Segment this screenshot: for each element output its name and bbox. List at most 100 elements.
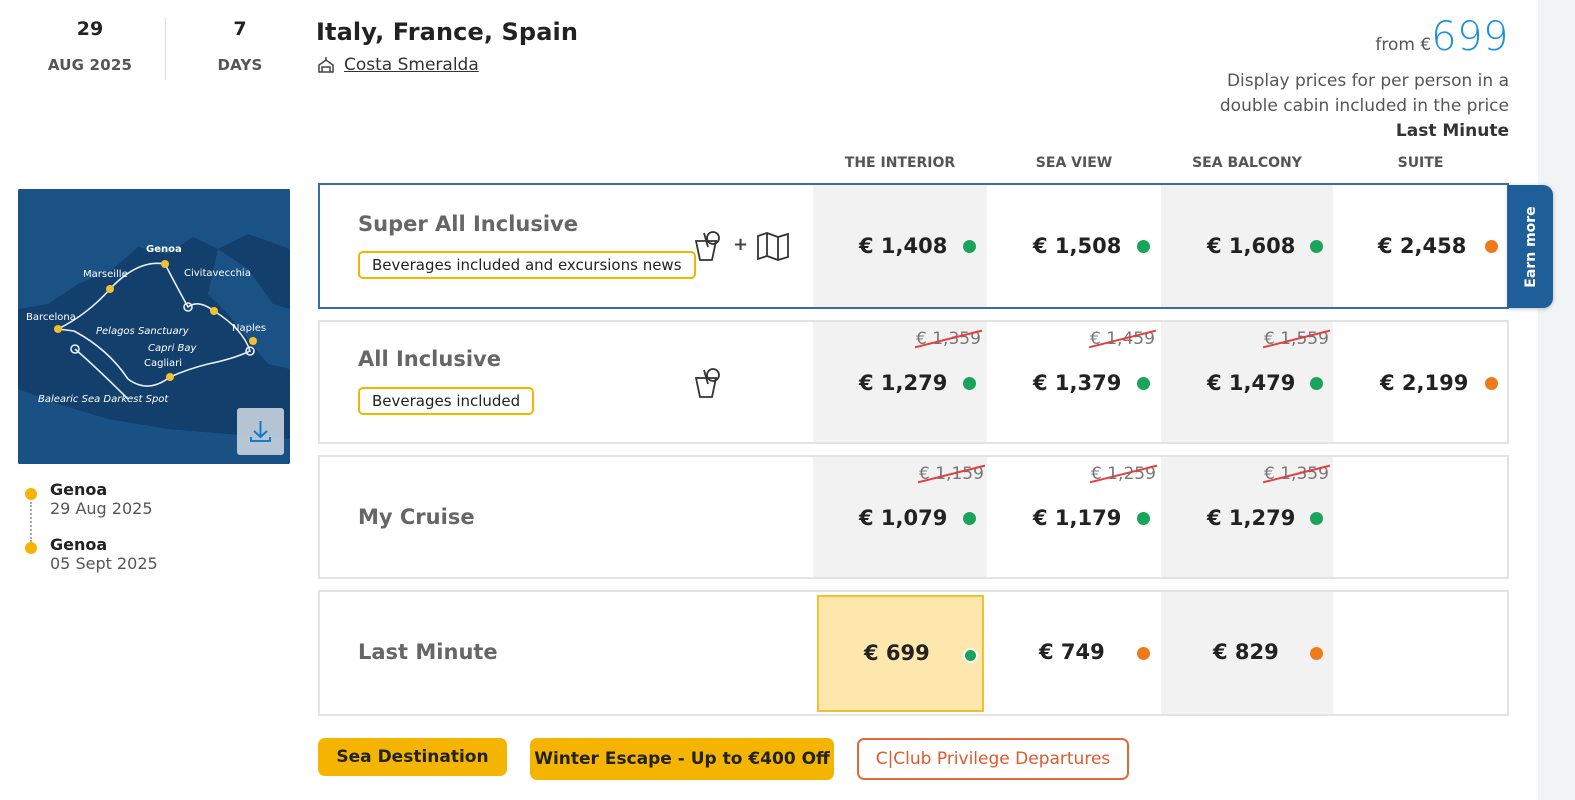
divider (165, 18, 166, 80)
col-head-suite: SUITE (1397, 155, 1444, 171)
price-value: € 2,199 (1380, 371, 1469, 395)
fare-name: Super All Inclusive (358, 212, 578, 236)
old-price: € 1,259 (1089, 464, 1158, 484)
price-value: € 1,608 (1207, 234, 1296, 258)
availability-dot (1137, 377, 1150, 390)
price-value: € 699 (864, 641, 930, 665)
fare-row-all-inclusive[interactable]: All Inclusive Beverages included € 1,359… (318, 320, 1509, 444)
price-cell-interior[interactable]: € 1,408 (813, 185, 987, 307)
fare-row-super-all-inclusive[interactable]: Super All Inclusive Beverages included a… (318, 183, 1509, 309)
price-value: € 749 (1039, 640, 1105, 664)
map-label-marseille: Marseille (83, 269, 128, 280)
itinerary-start-date: 29 Aug 2025 (50, 499, 153, 518)
price-cell-sea-view[interactable]: € 749 (987, 592, 1161, 714)
fare-name: My Cruise (358, 505, 475, 529)
price-note-line2: double cabin included in the price (1219, 96, 1509, 116)
duration: 7 DAYS (190, 18, 290, 74)
map-label-capri: Capri Bay (148, 343, 197, 354)
from-price-value: 699 (1431, 14, 1509, 60)
fare-row-last-minute[interactable]: Last Minute € 699 € 749 € 829 (318, 590, 1509, 716)
map-label-naples: Naples (232, 323, 267, 334)
old-price: € 1,359 (914, 329, 983, 349)
earn-more-tab[interactable]: Earn more (1508, 185, 1553, 308)
itinerary-start-port: Genoa (50, 480, 108, 499)
col-head-sea-balcony: SEA BALCONY (1192, 155, 1302, 171)
old-price: € 1,559 (1262, 329, 1331, 349)
fare-name: Last Minute (358, 640, 498, 664)
price-cell-sea-balcony[interactable]: € 1,359 € 1,279 (1161, 457, 1333, 577)
price-cell-sea-view[interactable]: € 1,459 € 1,379 (987, 322, 1161, 442)
duration-unit: DAYS (217, 56, 263, 74)
price-note-line1: Display prices for per person in a (1226, 71, 1509, 91)
price-cell-sea-balcony[interactable]: € 1,559 € 1,479 (1161, 322, 1333, 442)
price-cell-suite[interactable]: € 2,458 (1333, 185, 1507, 307)
map-label-pelagos: Pelagos Sanctuary (96, 326, 189, 337)
beverages-icon (694, 231, 720, 261)
duration-count: 7 (233, 18, 247, 40)
price-value: € 1,408 (859, 234, 948, 258)
price-value: € 1,279 (859, 371, 948, 395)
price-cell-interior[interactable]: € 1,359 € 1,279 (813, 322, 987, 442)
map-label-balearic: Balearic Sea Darkest Spot (38, 394, 169, 405)
route-map[interactable]: Genoa Marseille Civitavecchia Barcelona … (18, 189, 290, 464)
fare-badge: Beverages included (358, 387, 535, 415)
old-price: € 1,359 (1262, 464, 1331, 484)
price-cell-sea-view[interactable]: € 1,259 € 1,179 (987, 457, 1161, 577)
ship-icon (318, 57, 334, 73)
availability-dot (1137, 240, 1150, 253)
itinerary-connector (30, 502, 32, 542)
old-price: € 1,159 (917, 464, 986, 484)
availability-dot (963, 512, 976, 525)
beverages-icon (694, 368, 720, 398)
price-cell-interior-selected[interactable]: € 699 (817, 595, 984, 712)
old-price: € 1,459 (1088, 329, 1157, 349)
availability-dot (1485, 377, 1498, 390)
price-note: Display prices for per person in a doubl… (1220, 69, 1509, 144)
cruise-title: Italy, France, Spain (316, 18, 579, 46)
tag-sea-destination[interactable]: Sea Destination (318, 738, 507, 776)
price-cell-sea-balcony[interactable]: € 829 (1161, 592, 1333, 714)
map-label-civitavecchia: Civitavecchia (184, 268, 251, 279)
price-value: € 1,279 (1207, 506, 1296, 530)
price-value: € 829 (1213, 640, 1279, 664)
ship-name-link[interactable]: Costa Smeralda (344, 55, 479, 75)
tag-cclub-privilege[interactable]: C|Club Privilege Departures (857, 738, 1129, 780)
earn-more-label: Earn more (1522, 205, 1539, 288)
col-head-interior: THE INTERIOR (844, 155, 956, 171)
availability-dot (1485, 240, 1498, 253)
itinerary-end-dot (25, 542, 37, 554)
itinerary-start: Genoa 29 Aug 2025 (50, 480, 153, 518)
ship-link-wrap[interactable]: Costa Smeralda (316, 55, 479, 75)
fare-badge: Beverages included and excursions news (358, 251, 696, 279)
itinerary-end-date: 05 Sept 2025 (50, 554, 158, 573)
price-note-type: Last Minute (1395, 121, 1509, 141)
price-value: € 1,479 (1207, 371, 1296, 395)
price-cell-sea-balcony[interactable]: € 1,608 (1161, 185, 1333, 307)
availability-dot (1137, 512, 1150, 525)
price-value: € 1,379 (1033, 371, 1122, 395)
map-label-cagliari: Cagliari (144, 358, 183, 369)
from-price: from €699 (1375, 14, 1509, 60)
availability-dot (1310, 647, 1323, 660)
page-right-edge (1538, 0, 1575, 800)
col-head-sea-view: SEA VIEW (1035, 155, 1113, 171)
map-label-barcelona: Barcelona (26, 312, 76, 323)
price-value: € 1,179 (1033, 506, 1122, 530)
tag-winter-escape[interactable]: Winter Escape - Up to €400 Off (530, 738, 834, 780)
map-download-button[interactable] (237, 408, 284, 455)
itinerary-end: Genoa 05 Sept 2025 (50, 535, 158, 573)
price-cell-sea-view[interactable]: € 1,508 (987, 185, 1161, 307)
departure-month-year: AUG 2025 (47, 56, 133, 74)
map-label-genoa: Genoa (146, 244, 182, 255)
itinerary-start-dot (25, 488, 37, 500)
availability-dot (963, 240, 976, 253)
availability-dot (1137, 647, 1150, 660)
price-value: € 1,508 (1033, 234, 1122, 258)
availability-dot (1310, 377, 1323, 390)
availability-dot (1310, 512, 1323, 525)
from-price-prefix: from € (1375, 35, 1432, 55)
price-cell-interior[interactable]: € 1,159 € 1,079 (813, 457, 987, 577)
price-cell-suite[interactable]: € 2,199 (1333, 322, 1507, 442)
fare-row-my-cruise[interactable]: My Cruise € 1,159 € 1,079 € 1,259 € 1,17… (318, 455, 1509, 579)
availability-dot (1310, 240, 1323, 253)
